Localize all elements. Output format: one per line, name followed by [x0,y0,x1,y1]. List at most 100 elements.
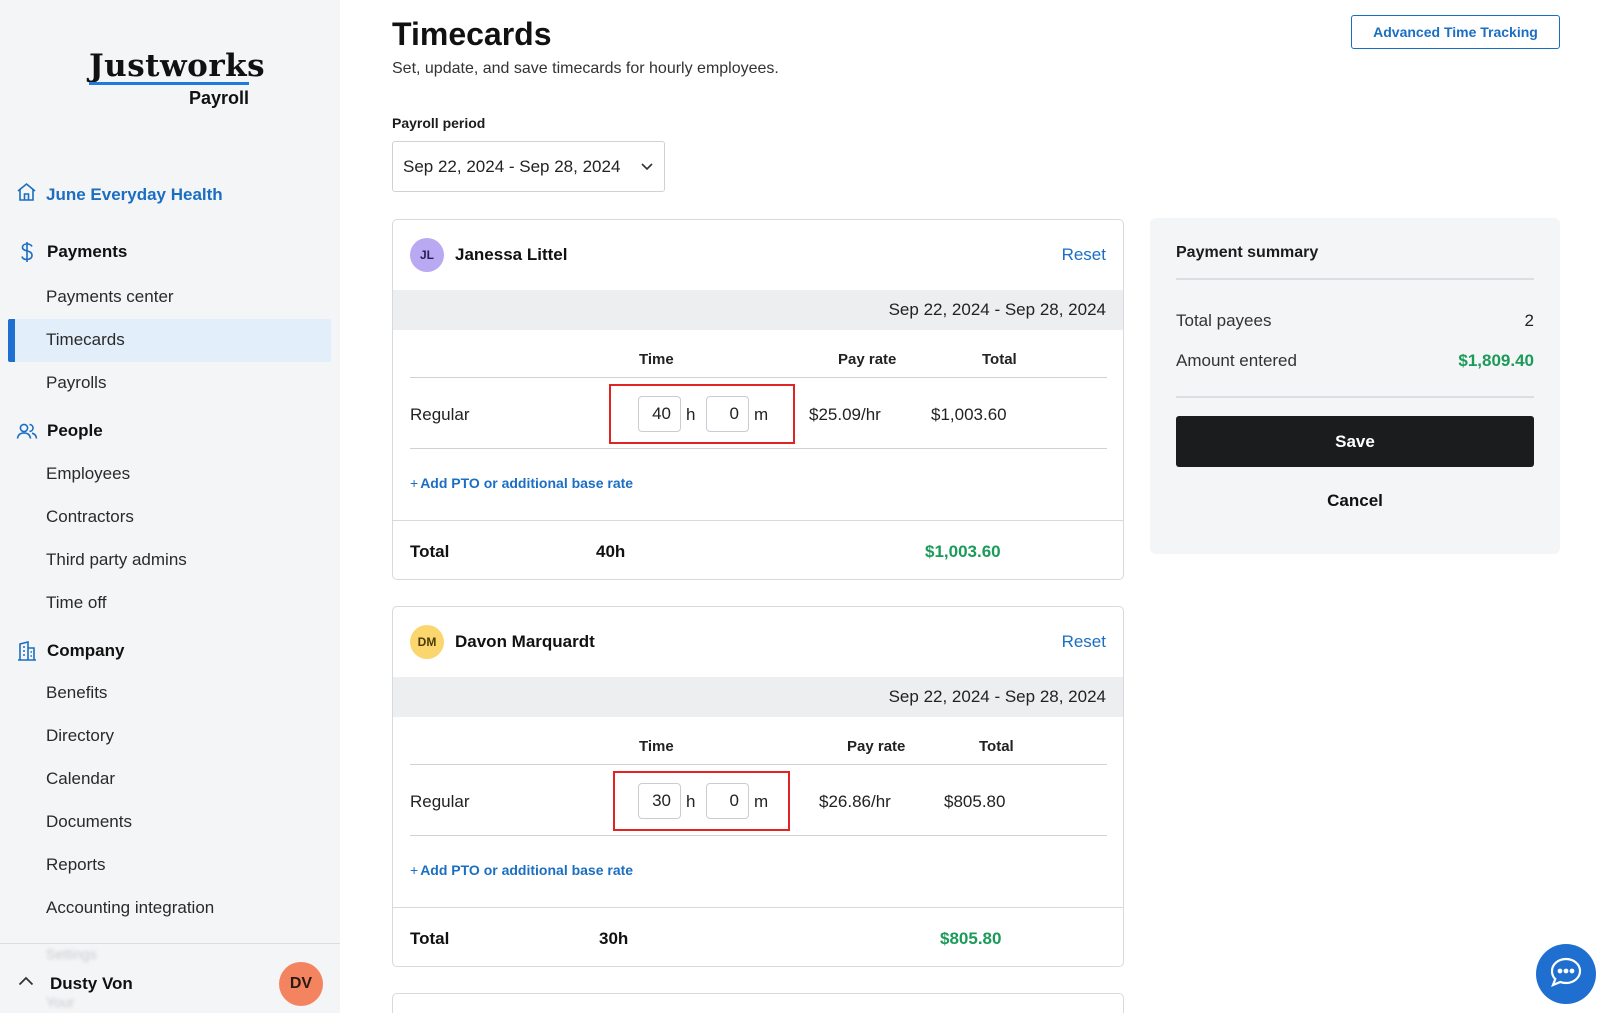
save-button[interactable]: Save [1176,416,1534,467]
amount-entered-label: Amount entered [1176,351,1297,370]
payment-summary-title: Payment summary [1176,244,1319,261]
sidebar-active-indicator [8,319,15,362]
total-divider [393,907,1123,908]
home-icon [16,182,37,207]
dollar-icon [16,241,38,263]
sidebar-user-menu[interactable]: Settings Your Dusty Von DV [0,943,340,1013]
column-header-pay-rate: Pay rate [838,351,897,368]
sidebar-item-accounting-integration[interactable]: Accounting integration [46,898,214,918]
amount-entered-value: $1,809.40 [1458,351,1534,370]
sidebar-item-timecards[interactable]: Timecards [46,330,125,350]
minutes-input[interactable]: 0 [706,396,749,432]
sidebar-item-employees[interactable]: Employees [46,464,130,484]
total-payees-value: 2 [1524,311,1534,330]
add-pto-link[interactable]: + Add PTO or additional base rate [410,862,633,878]
ghost-menu-item: Your [46,994,75,1010]
column-header-pay-rate: Pay rate [847,738,906,755]
timecard-period: Sep 22, 2024 - Sep 28, 2024 [888,687,1106,706]
avatar[interactable]: DV [279,962,323,1006]
timecard-header: DM Davon Marquardt Reset [393,607,1123,677]
hours-unit: h [686,405,696,424]
sidebar-item-directory[interactable]: Directory [46,726,114,746]
total-amount: $1,003.60 [925,542,1001,561]
sidebar-section-people[interactable]: People [16,420,103,442]
time-entry-highlight: 40 h 0 m [609,384,795,444]
pay-rate-value: $26.86/hr [819,792,891,811]
row-total-value: $805.80 [944,792,1006,811]
page-title: Timecards [392,16,552,52]
cancel-button[interactable]: Cancel [1176,486,1534,516]
chat-bubble-icon [1549,956,1583,993]
sidebar-item-payments-center[interactable]: Payments center [46,287,174,307]
sidebar-item-contractors[interactable]: Contractors [46,507,134,527]
total-amount: $805.80 [940,929,1002,948]
timecard-period-band: Sep 22, 2024 - Sep 28, 2024 [393,677,1123,717]
row-label-regular: Regular [410,792,470,811]
sidebar-item-payrolls[interactable]: Payrolls [46,373,106,393]
timecard-header: JL Janessa Littel Reset [393,220,1123,290]
timecard-period: Sep 22, 2024 - Sep 28, 2024 [888,300,1106,319]
sidebar-section-company[interactable]: Company [16,640,124,662]
sidebar-item-calendar[interactable]: Calendar [46,769,115,789]
section-label: Company [47,641,125,660]
user-name: Dusty Von [50,974,133,993]
reset-link[interactable]: Reset [1062,245,1106,265]
table-divider [410,764,1107,765]
ghost-menu-item: Settings [46,946,97,962]
total-payees-label: Total payees [1176,311,1272,330]
table-divider [410,377,1107,378]
section-label: Payments [47,242,128,261]
add-pto-label: Add PTO or additional base rate [420,862,634,878]
company-name: June Everyday Health [46,184,223,204]
sidebar-item-reports[interactable]: Reports [46,855,106,875]
reset-link[interactable]: Reset [1062,632,1106,652]
logo-product: Payroll [188,88,249,108]
justworks-logo[interactable]: Justworks Payroll [89,48,266,109]
sidebar: Justworks Payroll June Everyday Health P… [0,0,340,1013]
timecard-davon-marquardt: DM Davon Marquardt Reset Sep 22, 2024 - … [392,606,1124,967]
logo-wordmark: Justworks [89,48,266,84]
sidebar-item-third-party-admins[interactable]: Third party admins [46,550,187,570]
timecard-janessa-littel: JL Janessa Littel Reset Sep 22, 2024 - S… [392,219,1124,580]
time-entry-highlight: 30 h 0 m [613,771,790,831]
total-divider [393,520,1123,521]
table-divider [410,448,1107,449]
column-header-time: Time [639,738,674,755]
summary-divider [1176,396,1534,398]
payment-summary-panel: Payment summary Total payees 2 Amount en… [1150,218,1560,554]
logo-underline [89,82,249,85]
table-divider [410,835,1107,836]
chevron-down-icon [640,158,654,178]
avatar: JL [410,238,444,272]
row-total-value: $1,003.60 [931,405,1007,424]
payroll-period-select[interactable]: Sep 22, 2024 - Sep 28, 2024 [392,141,665,192]
add-pto-link[interactable]: + Add PTO or additional base rate [410,475,633,491]
sidebar-item-time-off[interactable]: Time off [46,593,106,613]
timecard-next [392,993,1124,1013]
employee-name: Janessa Littel [455,245,568,264]
section-label: People [47,421,103,440]
total-hours: 40h [596,542,626,561]
sidebar-company-link[interactable]: June Everyday Health [16,182,223,207]
plus-icon: + [410,475,419,491]
sidebar-item-benefits[interactable]: Benefits [46,683,107,703]
advanced-time-tracking-button[interactable]: Advanced Time Tracking [1351,15,1560,49]
summary-divider [1176,278,1534,280]
payroll-period-label: Payroll period [392,115,486,131]
minutes-unit: m [754,792,769,811]
row-label-regular: Regular [410,405,470,424]
hours-input[interactable]: 30 [638,783,681,819]
avatar: DM [410,625,444,659]
total-hours: 30h [599,929,629,948]
chat-support-button[interactable] [1536,944,1596,1004]
pay-rate-value: $25.09/hr [809,405,881,424]
chevron-up-icon [18,973,34,989]
total-label: Total [410,542,450,561]
page-subtitle: Set, update, and save timecards for hour… [392,60,779,77]
minutes-input[interactable]: 0 [706,783,749,819]
column-header-time: Time [639,351,674,368]
column-header-total: Total [979,738,1014,755]
sidebar-section-payments[interactable]: Payments [16,241,127,263]
sidebar-item-documents[interactable]: Documents [46,812,132,832]
hours-input[interactable]: 40 [638,396,681,432]
